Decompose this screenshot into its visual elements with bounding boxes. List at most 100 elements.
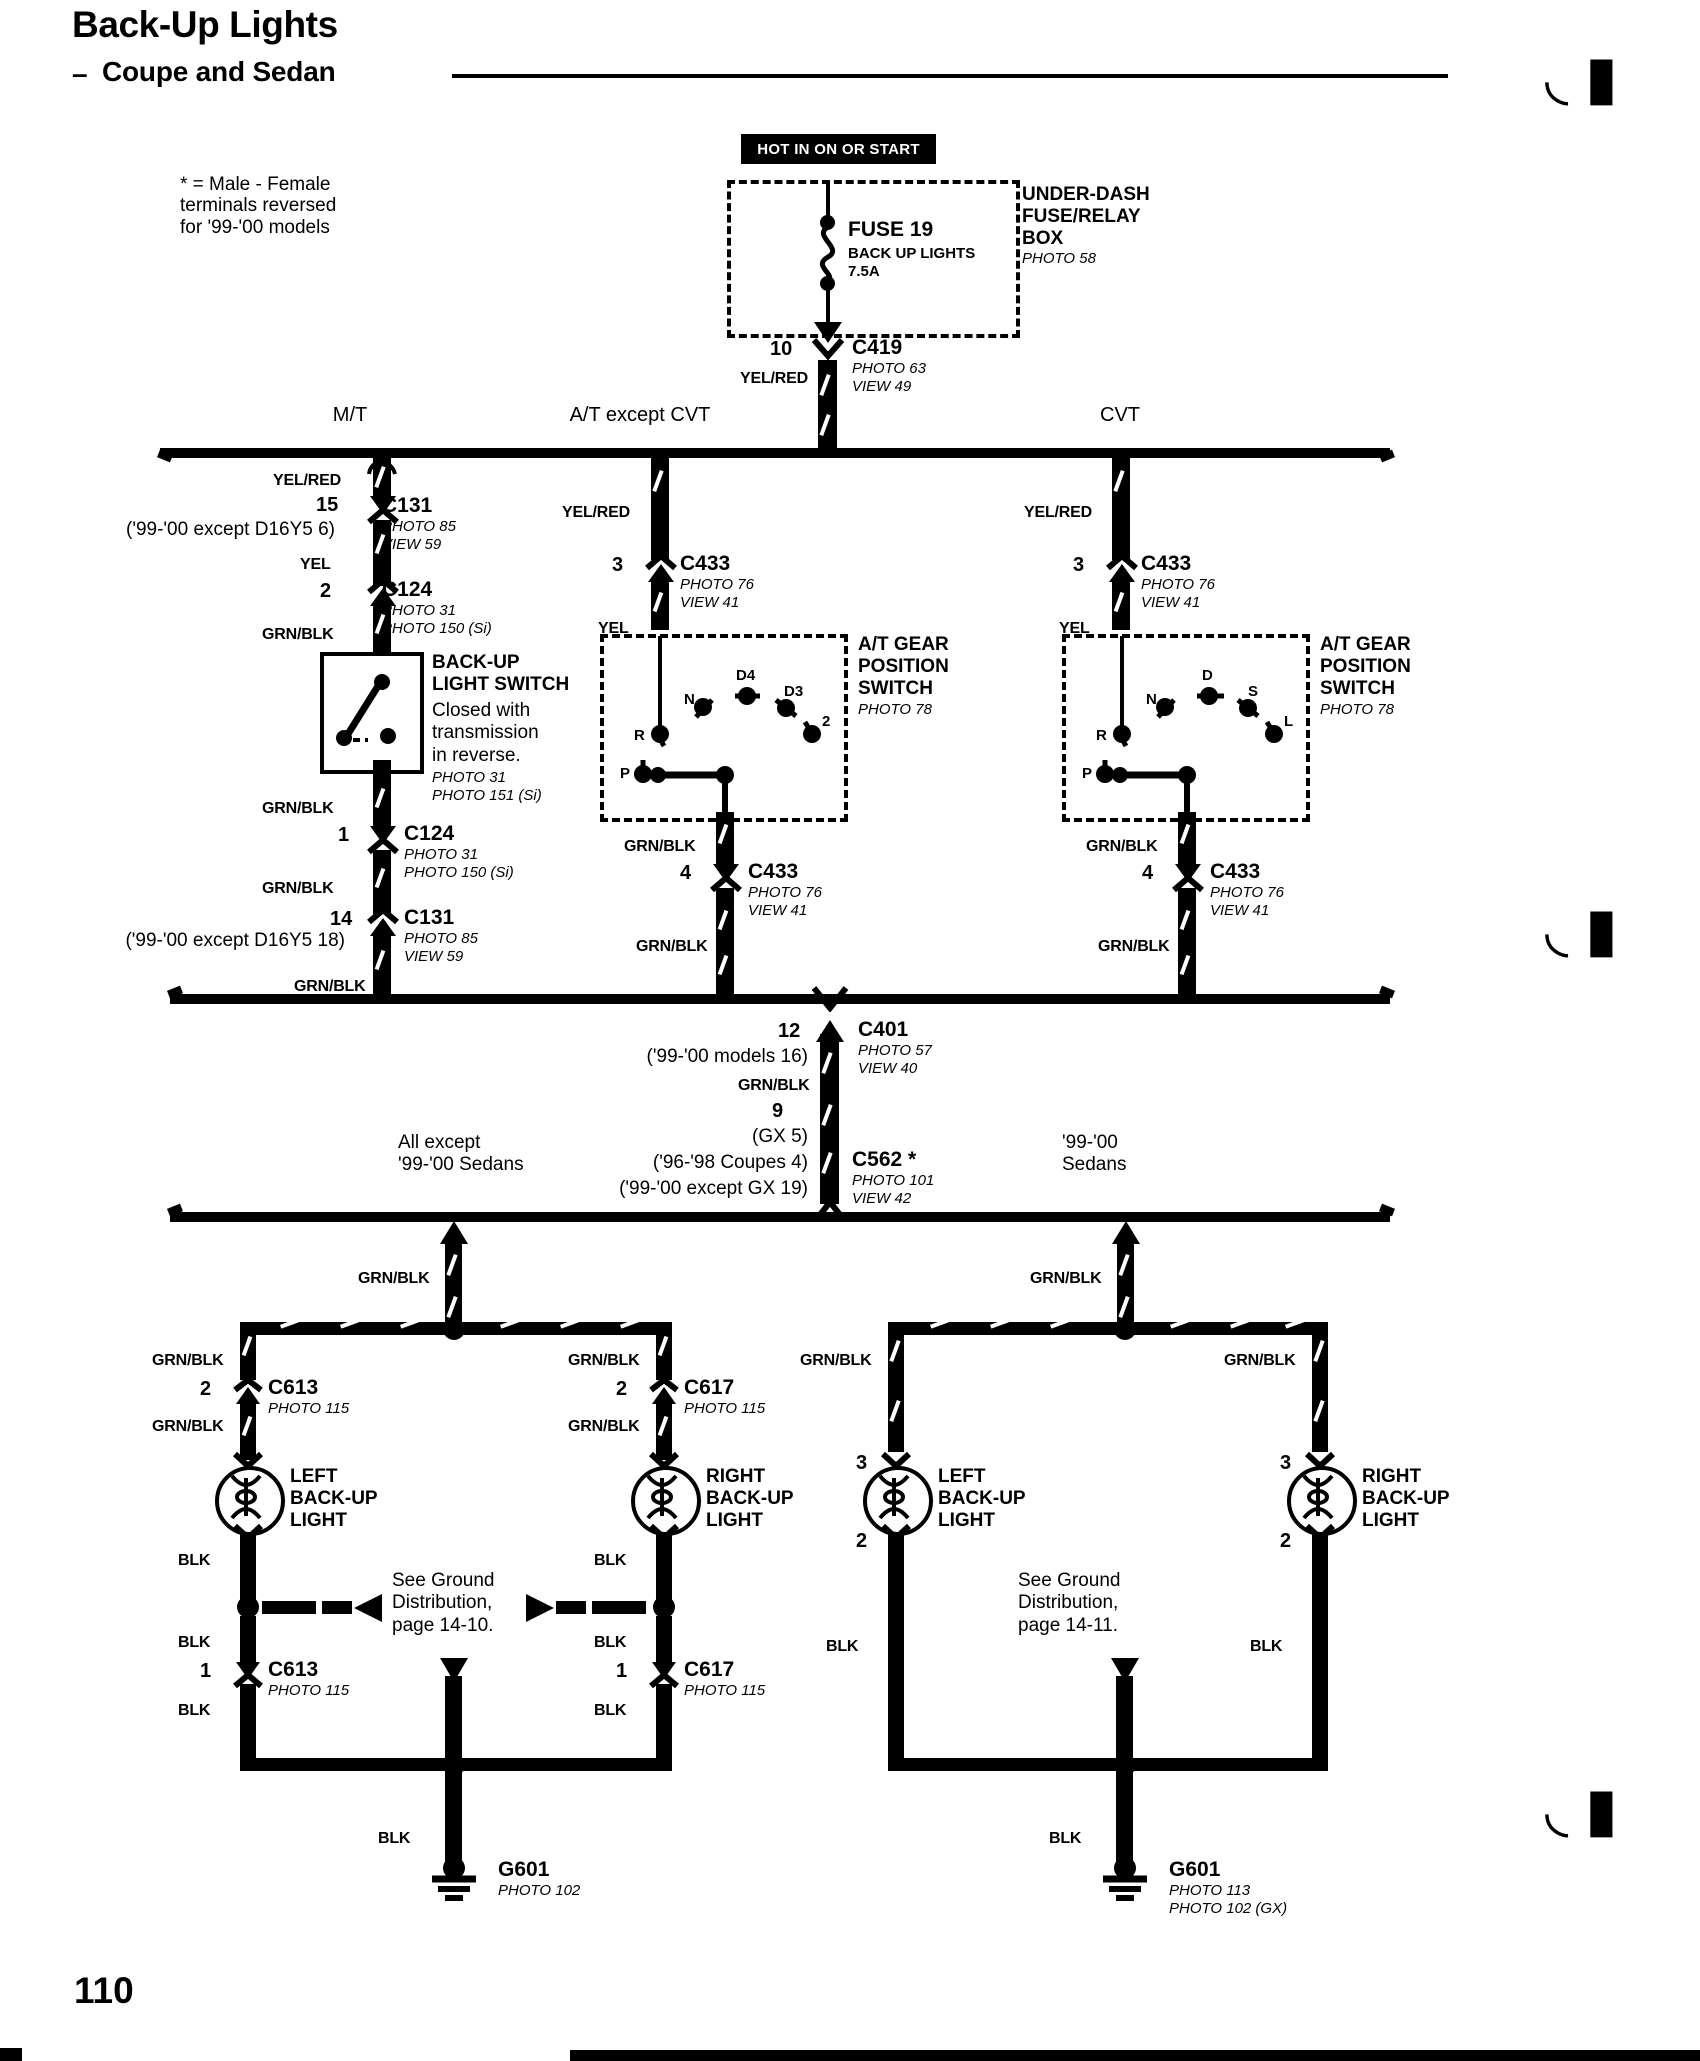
cvt-gear-switch-photo: PHOTO 78 <box>1320 701 1394 718</box>
at-c433-top-view: VIEW 41 <box>680 594 740 611</box>
switch-description: Closed with transmission in reverse. <box>432 700 539 766</box>
c419-photo: PHOTO 63 <box>852 360 926 377</box>
c131-bottom-view: VIEW 59 <box>404 948 464 965</box>
c124-bottom-photo1: PHOTO 31 <box>404 846 478 863</box>
at-wire-yelred: YEL/RED <box>562 504 630 521</box>
binder-mark-top: ◟ ▮ <box>1545 44 1618 111</box>
c617-top-name: C617 <box>684 1376 735 1399</box>
c124-top-name: C124 <box>382 578 433 601</box>
fuse-top-lead <box>826 182 830 218</box>
c124-top-pin: 2 <box>320 580 332 602</box>
c401-bus-tap-icon <box>811 986 849 1012</box>
c562-alt-pin-2: ('96-'98 Coupes 4) <box>652 1152 808 1173</box>
cvt-c433-top-view: VIEW 41 <box>1141 594 1201 611</box>
page-subtitle-dash: – <box>72 58 88 89</box>
fuse-rating: 7.5A <box>848 263 880 280</box>
mt-wire-yel: YEL <box>300 556 331 573</box>
switch-photo2: PHOTO 151 (Si) <box>432 787 542 804</box>
wiring-diagram-page: Back-Up Lights – Coupe and Sedan * = Mal… <box>0 0 1700 2061</box>
right-lamp-gnd-run-top <box>656 1534 672 1604</box>
left-ground-note: See Ground Distribution, page 14-10. <box>392 1570 495 1636</box>
left-lamp-gnd-run-bot <box>240 1684 256 1764</box>
right-lamp-wire-below-conn: GRN/BLK <box>568 1418 640 1435</box>
g601-right-photo2: PHOTO 102 (GX) <box>1169 1900 1288 1917</box>
at-c433-top-name: C433 <box>680 552 731 575</box>
c419-wire-color: YEL/RED <box>740 370 808 387</box>
cvt-gear-pos-N: N <box>1146 691 1157 708</box>
cvt-c433-bottom-photo: PHOTO 76 <box>1210 884 1284 901</box>
right-lamp-filament-icon <box>646 1474 678 1520</box>
g601-right-ground-icon <box>1103 1857 1147 1901</box>
mt-wire-grnblk-upper: GRN/BLK <box>262 626 334 643</box>
at-c433-bottom-pin: 4 <box>680 862 692 884</box>
mt-wire-yelred: YEL/RED <box>273 472 341 489</box>
middle-bus-bar <box>170 994 1390 1004</box>
at-gear-switch-photo: PHOTO 78 <box>858 701 932 718</box>
c131-top-photo: PHOTO 85 <box>382 518 456 535</box>
cvt-wire-yelred: YEL/RED <box>1024 504 1092 521</box>
sedan-ground-note: See Ground Distribution, page 14-11. <box>1018 1570 1121 1636</box>
g601-left-name: G601 <box>498 1858 550 1881</box>
sedan-left-gnd-wire: BLK <box>826 1638 859 1655</box>
sedan-left-lamp-filament-icon <box>878 1474 910 1520</box>
c613-top-photo: PHOTO 115 <box>268 1400 350 1417</box>
left-lamp-gnd-wire-top: BLK <box>178 1552 211 1569</box>
fuse-box-photo: PHOTO 58 <box>1022 250 1096 267</box>
cvt-gear-pos-D: D <box>1202 667 1213 684</box>
right-group-splice-bar <box>888 1322 1328 1335</box>
binder-mark-mid: ◟ ▮ <box>1545 896 1618 963</box>
male-female-footnote: * = Male - Female terminals reversed for… <box>180 174 337 238</box>
at-wire-yel-run <box>651 578 669 630</box>
c131-top-pin: 15 <box>316 494 339 516</box>
right-lamp-gnd-run-bot <box>656 1684 672 1764</box>
right-lamp-gnd-wire-top: BLK <box>594 1552 627 1569</box>
cvt-wire-grnblk-bottom: GRN/BLK <box>1098 938 1170 955</box>
at-c433-bottom-view: VIEW 41 <box>748 902 808 919</box>
at-gear-pos-D4: D4 <box>736 667 756 684</box>
at-c433-top-pin: 3 <box>612 554 624 576</box>
cvt-gear-pos-R: R <box>1096 727 1107 744</box>
mt-wire-grnblk-below-c124: GRN/BLK <box>262 880 334 897</box>
cvt-c433-top-name: C433 <box>1141 552 1192 575</box>
page-number: 110 <box>74 1970 134 2011</box>
left-group-ground-stem <box>445 1676 462 1762</box>
c613-bottom-pin: 1 <box>200 1660 212 1682</box>
sedan-left-lamp-label: LEFT BACK-UP LIGHT <box>938 1466 1026 1531</box>
c617-bottom-photo: PHOTO 115 <box>684 1682 766 1699</box>
at-wire-grnblk-out: GRN/BLK <box>624 838 696 855</box>
sedan-right-pin-bot: 2 <box>1280 1530 1292 1552</box>
page-title: Back-Up Lights <box>72 4 338 45</box>
c562-alt-pin-1: (GX 5) <box>752 1126 808 1147</box>
at-gear-switch-title: A/T GEAR POSITION SWITCH <box>858 634 949 699</box>
c124-bottom-pin: 1 <box>338 824 350 846</box>
left-lamp-filament-icon <box>230 1474 262 1520</box>
binder-mark-bottom: ◟ ▮ <box>1545 1776 1618 1843</box>
c124-bottom-name: C124 <box>404 822 455 845</box>
cvt-c433-bottom-pin: 4 <box>1142 862 1154 884</box>
right-group-feed-wire: GRN/BLK <box>1030 1270 1102 1287</box>
c131-bottom-pin: 14 <box>330 908 353 930</box>
left-lamp-label: LEFT BACK-UP LIGHT <box>290 1466 378 1531</box>
right-lamp-gnd-wire-mid: BLK <box>594 1634 627 1651</box>
back-up-light-switch-symbol <box>336 674 396 746</box>
at-wire-bottom-run <box>716 888 734 998</box>
at-wire-grnblk-bottom: GRN/BLK <box>636 938 708 955</box>
c401-wire-color: GRN/BLK <box>738 1077 810 1094</box>
c401-alt-pin: ('99-'00 models 16) <box>646 1046 808 1067</box>
footer-rule <box>570 2050 1700 2061</box>
g601-right-photo1: PHOTO 113 <box>1169 1882 1251 1899</box>
fuse-element-icon <box>819 226 836 282</box>
c562-photo: PHOTO 101 <box>852 1172 935 1189</box>
left-group-ground-run <box>445 1770 462 1862</box>
left-group-ground-wire: BLK <box>378 1830 411 1847</box>
sedan-left-pin-bot: 2 <box>856 1530 868 1552</box>
right-lamp-gnd-splice-dot <box>653 1596 675 1618</box>
cvt-gear-pos-P: P <box>1082 765 1093 782</box>
c131-bottom-photo: PHOTO 85 <box>404 930 478 947</box>
cvt-wire-to-c433top <box>1112 510 1130 560</box>
header-rule <box>452 74 1448 78</box>
at-gear-pos-P: P <box>620 765 631 782</box>
at-gear-pos-2: 2 <box>822 713 831 730</box>
c617-bottom-pin: 1 <box>616 1660 628 1682</box>
at-c433-top-photo: PHOTO 76 <box>680 576 754 593</box>
